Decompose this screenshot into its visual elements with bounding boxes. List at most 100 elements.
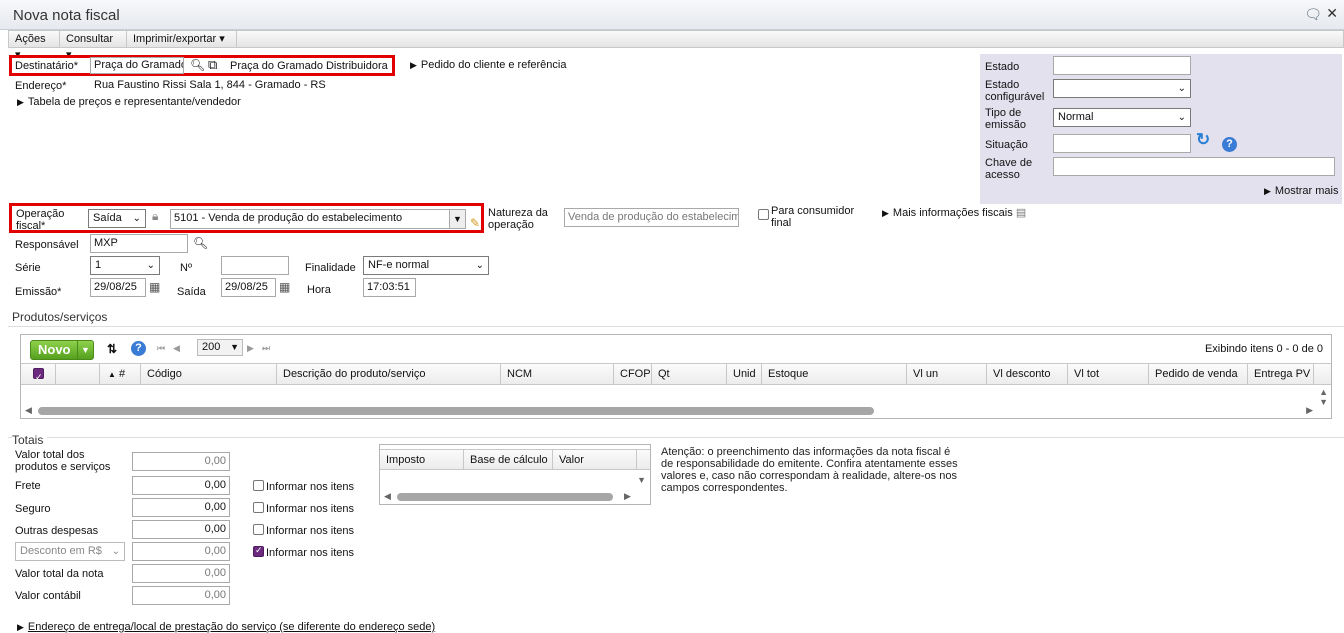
outras-informar-checkbox[interactable] [253, 524, 264, 535]
seguro-input[interactable]: 0,00 [132, 498, 230, 517]
impostos-grid: Imposto Base de cálculo Valor ◀ ▶ ▼ [379, 444, 651, 505]
natureza-operacao-input[interactable]: Venda de produção do estabelecime [564, 208, 739, 227]
col-vl-un[interactable]: Vl un [907, 364, 987, 384]
scroll-right-icon[interactable]: ▶ [624, 491, 631, 502]
last-page-icon[interactable]: ⏭ [262, 343, 270, 354]
destinatario-link[interactable]: Praça do Gramado Distribuidora [230, 60, 388, 72]
desconto-tipo-select[interactable]: Desconto em R$ ⌄ [15, 542, 125, 561]
endereco-entrega-toggle[interactable]: ▶ Endereço de entrega/local de prestação … [17, 621, 435, 633]
col-vl-desconto[interactable]: Vl desconto [987, 364, 1068, 384]
chevron-down-icon: ⌄ [1177, 112, 1186, 123]
col-ncm[interactable]: NCM [501, 364, 614, 384]
responsavel-input[interactable]: MXP [90, 234, 188, 253]
first-page-icon[interactable]: ⏮ [157, 343, 165, 354]
situacao-input[interactable] [1053, 134, 1191, 153]
frete-input[interactable]: 0,00 [132, 476, 230, 495]
col-cfop[interactable]: CFOP [614, 364, 652, 384]
col-vl-tot[interactable]: Vl tot [1068, 364, 1149, 384]
col-pedido-venda[interactable]: Pedido de venda [1149, 364, 1248, 384]
finalidade-label: Finalidade [305, 262, 356, 274]
calendar-icon[interactable]: ▦ [279, 280, 290, 294]
chat-icon[interactable]: 🗨 [1304, 6, 1322, 23]
desconto-input[interactable]: 0,00 [132, 542, 230, 561]
next-page-icon[interactable]: ▶ [247, 343, 254, 354]
exibindo-itens: Exibindo itens 0 - 0 de 0 [1204, 343, 1323, 355]
seguro-informar-checkbox[interactable] [253, 502, 264, 513]
outras-despesas-label: Outras despesas [15, 525, 99, 537]
frete-informar-checkbox[interactable] [253, 480, 264, 491]
window-title: Nova nota fiscal [13, 7, 120, 24]
estado-configuravel-select[interactable]: ⌄ [1053, 79, 1191, 98]
tabela-precos-toggle[interactable]: ▶ Tabela de preços e representante/vended… [17, 96, 241, 108]
finalidade-select[interactable]: NF-e normal ⌄ [363, 256, 489, 275]
consumidor-final-checkbox[interactable] [758, 209, 769, 220]
endereco-label: Endereço* [15, 80, 67, 92]
search-icon[interactable]: 🔍︎ [193, 236, 208, 250]
operacao-tipo-select[interactable]: Saída ⌄ [88, 209, 146, 228]
calendar-icon[interactable]: ▦ [149, 280, 160, 294]
desconto-informar-label: Informar nos itens [266, 547, 355, 559]
help-icon[interactable]: ? [1222, 137, 1237, 152]
mais-info-fiscais-toggle[interactable]: ▶ Mais informações fiscais ▤ [882, 207, 1026, 219]
tipo-emissao-select[interactable]: Normal ⌄ [1053, 108, 1191, 127]
prev-page-icon[interactable]: ◀ [173, 343, 180, 354]
menu-consultar[interactable]: Consultar ▾ [60, 31, 127, 61]
outras-despesas-input[interactable]: 0,00 [132, 520, 230, 539]
chave-acesso-input[interactable] [1053, 157, 1335, 176]
scroll-left-icon[interactable]: ◀ [384, 491, 391, 502]
destinatario-input[interactable]: Praça do Gramado [90, 57, 184, 74]
col-imposto[interactable]: Imposto [380, 450, 464, 470]
serie-select[interactable]: 1 ⌄ [90, 256, 160, 275]
operacao-fiscal-label: Operação fiscal* [16, 208, 65, 232]
search-icon[interactable]: 🔍︎ [190, 58, 205, 72]
hora-input[interactable]: 17:03:51 [363, 278, 416, 297]
cfop-combobox[interactable]: 5101 - Venda de produção do estabelecime… [170, 209, 466, 229]
scroll-right-icon[interactable]: ▶ [1306, 405, 1313, 416]
dropdown-arrow-icon: ▼ [230, 342, 239, 352]
estado-input[interactable] [1053, 56, 1191, 75]
pedido-cliente-toggle[interactable]: ▶ Pedido do cliente e referência [410, 59, 566, 71]
menu-imprimir-exportar[interactable]: Imprimir/exportar ▾ [127, 31, 237, 47]
menu-acoes[interactable]: Ações ▾ [9, 31, 60, 61]
scroll-down-icon[interactable]: ▼ [637, 475, 646, 485]
dropdown-arrow-icon[interactable]: ▼ [449, 210, 465, 228]
consumidor-final-label: Para consumidor final [771, 205, 855, 229]
novo-button[interactable]: Novo ▼ [30, 340, 94, 360]
horizontal-scrollbar[interactable] [397, 493, 613, 501]
totais-section-title: Totais [12, 433, 48, 447]
page-size-select[interactable]: 200 ▼ [197, 339, 243, 356]
help-icon[interactable]: ? [131, 341, 146, 356]
numero-input[interactable] [221, 256, 289, 275]
select-all-checkbox[interactable] [33, 367, 44, 384]
emissao-date-input[interactable]: 29/08/25 [90, 278, 146, 297]
refresh-icon[interactable]: ↻ [1196, 130, 1210, 150]
select-all-cell [21, 364, 56, 384]
close-icon[interactable]: ✕ [1326, 5, 1338, 22]
external-link-icon[interactable]: ⧉ [208, 57, 217, 73]
desconto-informar-checkbox[interactable] [253, 545, 264, 557]
saida-date-input[interactable]: 29/08/25 [221, 278, 276, 297]
scroll-down-icon[interactable]: ▼ [1319, 397, 1328, 407]
emissao-label: Emissão* [15, 286, 62, 298]
produtos-grid: Novo ▼ ⇅ ? ⏮ ◀ 200 ▼ ▶ ⏭ Exibindo itens 0 … [20, 334, 1332, 419]
mostrar-mais-toggle[interactable]: ▶ Mostrar mais [1264, 185, 1338, 197]
col-descricao[interactable]: Descrição do produto/serviço [277, 364, 501, 384]
col-qt[interactable]: Qt [652, 364, 727, 384]
col-index[interactable]: ▲ # [100, 364, 141, 384]
col-estoque[interactable]: Estoque [762, 364, 907, 384]
scroll-up-icon[interactable]: ▲ [1319, 387, 1328, 397]
grid-header: ▲ # Código Descrição do produto/serviço … [21, 363, 1331, 385]
col-valor[interactable]: Valor [553, 450, 637, 470]
chevron-down-icon: ⌄ [146, 260, 155, 271]
horizontal-scrollbar[interactable] [38, 407, 874, 415]
col-unid[interactable]: Unid [727, 364, 762, 384]
refresh-sort-icon[interactable]: ⇅ [107, 342, 117, 356]
dropdown-arrow-icon[interactable]: ▼ [77, 341, 93, 359]
col-base-calculo[interactable]: Base de cálculo [464, 450, 553, 470]
scroll-left-icon[interactable]: ◀ [25, 405, 32, 416]
valor-contabil-input: 0,00 [132, 586, 230, 605]
col-entrega-pv[interactable]: Entrega PV [1248, 364, 1314, 384]
col-codigo[interactable]: Código [141, 364, 277, 384]
impostos-header: Imposto Base de cálculo Valor [380, 449, 650, 470]
pencil-icon[interactable]: ✎ [470, 216, 480, 230]
